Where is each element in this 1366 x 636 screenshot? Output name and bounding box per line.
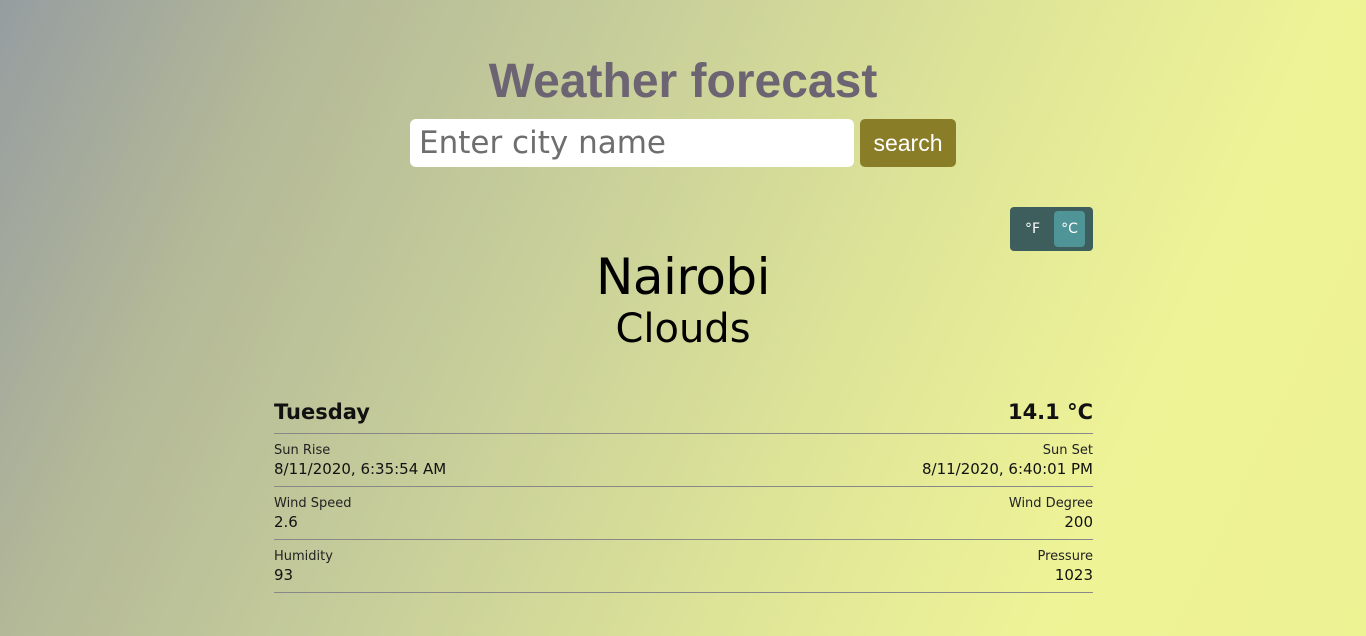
day-temperature-row: Tuesday 14.1 °C (274, 390, 1093, 434)
sun-rise-stat: Sun Rise 8/11/2020, 6:35:54 AM (274, 442, 446, 478)
wind-speed-label: Wind Speed (274, 496, 352, 511)
temperature-value: 14.1 °C (1007, 399, 1093, 424)
day-name: Tuesday (274, 399, 370, 424)
wind-degree-value: 200 (1064, 513, 1093, 531)
wind-degree-label: Wind Degree (1008, 496, 1093, 511)
page-title: Weather forecast (488, 55, 878, 108)
humidity-label: Humidity (274, 549, 333, 564)
celsius-button[interactable]: °C (1054, 211, 1085, 247)
wind-speed-value: 2.6 (274, 513, 298, 531)
search-button[interactable]: search (860, 119, 956, 167)
pressure-label: Pressure (1037, 549, 1093, 564)
city-search-input[interactable] (410, 119, 854, 167)
sun-row: Sun Rise 8/11/2020, 6:35:54 AM Sun Set 8… (274, 434, 1093, 487)
humidity-stat: Humidity 93 (274, 548, 333, 584)
sun-rise-label: Sun Rise (274, 443, 331, 458)
search-form: search (410, 119, 956, 167)
sun-set-label: Sun Set (1042, 443, 1093, 458)
humidity-value: 93 (274, 566, 294, 584)
sun-rise-value: 8/11/2020, 6:35:54 AM (274, 460, 447, 478)
pressure-value: 1023 (1054, 566, 1093, 584)
wind-speed-stat: Wind Speed 2.6 (274, 495, 352, 531)
weather-condition: Clouds (615, 306, 751, 352)
sun-set-stat: Sun Set 8/11/2020, 6:40:01 PM (922, 442, 1093, 478)
wind-row: Wind Speed 2.6 Wind Degree 200 (274, 487, 1093, 540)
fahrenheit-button[interactable]: °F (1017, 211, 1048, 247)
humidity-pressure-row: Humidity 93 Pressure 1023 (274, 540, 1093, 593)
city-name: Nairobi (595, 248, 771, 306)
weather-details: Tuesday 14.1 °C Sun Rise 8/11/2020, 6:35… (274, 390, 1093, 593)
pressure-stat: Pressure 1023 (1037, 548, 1093, 584)
wind-degree-stat: Wind Degree 200 (1009, 495, 1093, 531)
sun-set-value: 8/11/2020, 6:40:01 PM (921, 460, 1093, 478)
